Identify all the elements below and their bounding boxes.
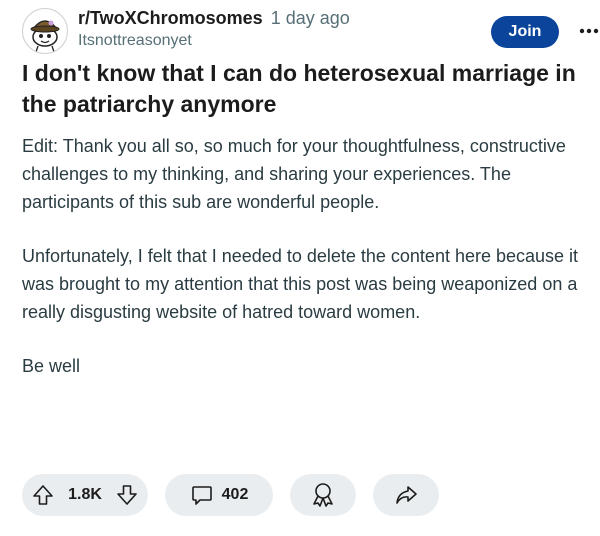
subreddit-avatar-icon[interactable] [22,8,68,54]
post-time: 1 day ago [270,8,350,28]
comment-bubble-icon [190,483,214,507]
comments-button[interactable]: 402 [165,474,273,516]
join-button[interactable]: Join [491,16,559,48]
share-arrow-icon [393,482,419,508]
more-options-icon[interactable] [577,20,600,42]
downvote-arrow-icon[interactable] [116,484,138,506]
vote-bar: 1.8K [22,474,148,516]
upvote-count: 1.8K [68,486,102,503]
post-paragraph: Unfortunately, I felt that I needed to d… [22,246,579,322]
post-body: Edit: Thank you all so, so much for your… [22,132,582,406]
subreddit-meta: r/TwoXChromosomes 1 day ago [78,8,350,29]
post-header: r/TwoXChromosomes 1 day ago Itsnottreason… [22,6,600,54]
post-paragraph: Edit: Thank you all so, so much for your… [22,136,566,212]
share-button[interactable] [373,474,439,516]
award-button[interactable] [290,474,356,516]
comment-count: 402 [221,486,249,503]
award-icon [309,481,337,509]
post-paragraph: Be well [22,356,81,376]
author-name[interactable]: Itsnottreasonyet [78,32,192,50]
upvote-arrow-icon[interactable] [32,484,54,506]
subreddit-name[interactable]: r/TwoXChromosomes [78,8,263,28]
post-title[interactable]: I don't know that I can do heterosexual … [22,58,582,120]
